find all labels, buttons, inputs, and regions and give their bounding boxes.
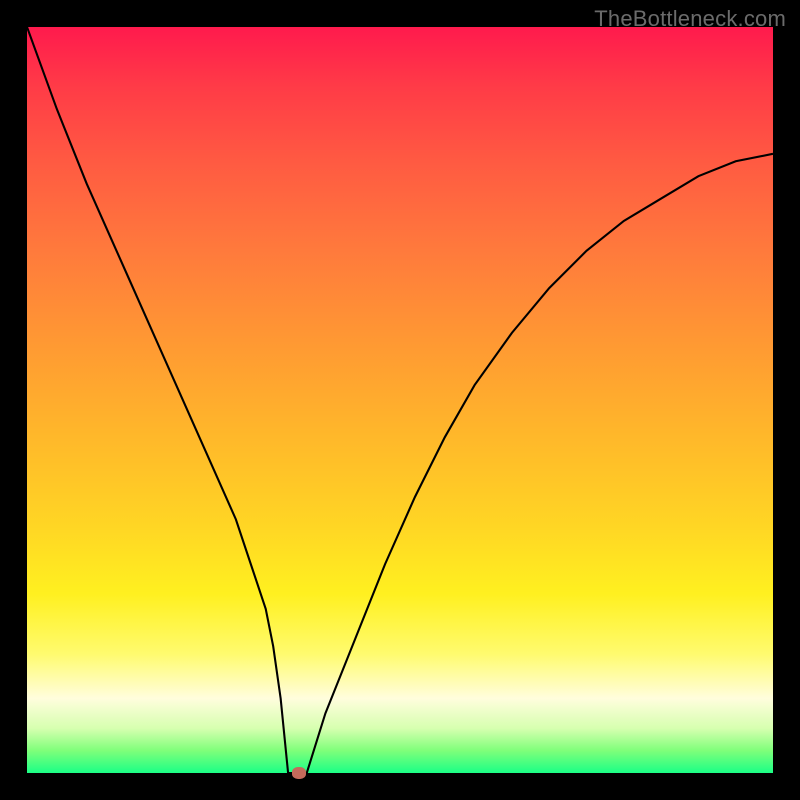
bottleneck-curve [27, 27, 773, 773]
plot-area [27, 27, 773, 773]
watermark-text: TheBottleneck.com [594, 6, 786, 32]
chart-frame: TheBottleneck.com [0, 0, 800, 800]
curve-svg [27, 27, 773, 773]
optimal-point-marker [292, 767, 306, 779]
